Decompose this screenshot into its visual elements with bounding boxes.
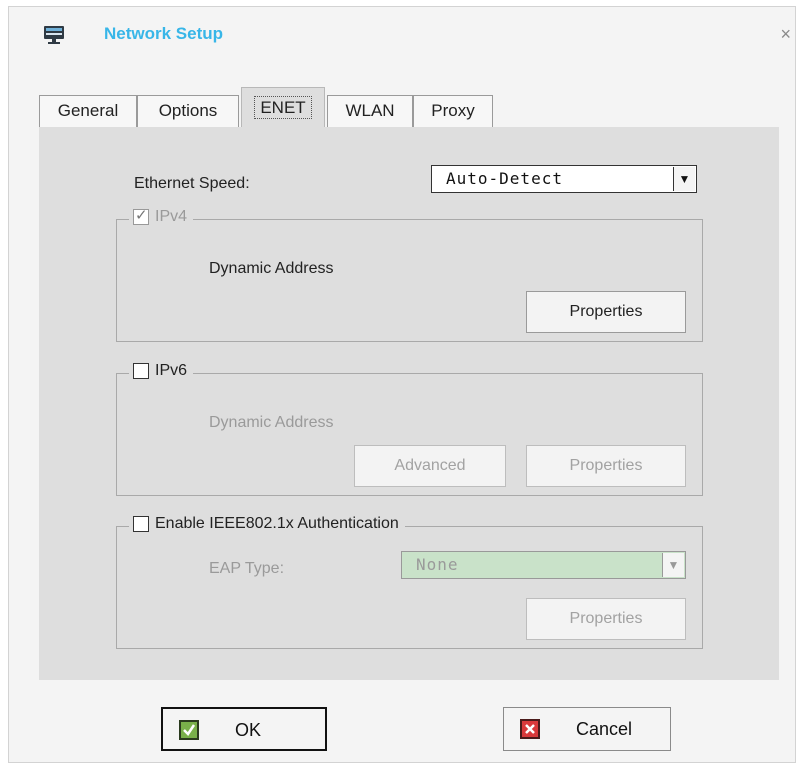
ipv6-address-mode: Dynamic Address	[209, 414, 334, 431]
ieee8021x-checkbox[interactable]	[133, 516, 149, 532]
triangle-down-icon[interactable]: ▼	[662, 553, 684, 577]
tab-general-label: General	[57, 101, 119, 120]
ethernet-speed-label: Ethernet Speed:	[134, 175, 250, 192]
ipv6-advanced-button[interactable]: Advanced	[354, 445, 506, 487]
tab-proxy[interactable]: Proxy	[413, 95, 493, 127]
ieee8021x-legend: Enable IEEE802.1x Authentication	[129, 515, 405, 533]
eap-type-select[interactable]: None ▼	[401, 551, 686, 579]
ieee8021x-label: Enable IEEE802.1x Authentication	[155, 515, 399, 532]
eap-type-value: None	[416, 555, 459, 574]
ipv4-properties-button[interactable]: Properties	[526, 291, 686, 333]
ok-label: OK	[235, 720, 262, 740]
checkmark-icon: ✓	[135, 207, 148, 224]
close-icon[interactable]: ×	[780, 24, 791, 45]
cancel-button[interactable]: Cancel	[503, 707, 671, 751]
ipv6-checkbox[interactable]	[133, 363, 149, 379]
tab-options[interactable]: Options	[137, 95, 239, 127]
ipv4-legend: ✓ IPv4	[129, 207, 194, 226]
window-title: Network Setup	[104, 24, 224, 43]
ipv4-group: ✓ IPv4 Dynamic Address Properties	[116, 207, 703, 342]
ipv6-properties-button[interactable]: Properties	[526, 445, 686, 487]
eap-type-label: EAP Type:	[209, 560, 285, 577]
ipv4-checkbox[interactable]: ✓	[133, 207, 149, 225]
ipv4-address-mode: Dynamic Address	[209, 260, 334, 277]
x-mark-icon	[520, 719, 540, 739]
tab-enet-label: ENET	[254, 96, 312, 119]
tab-options-label: Options	[158, 101, 218, 120]
network-setup-window: Network Setup × General Options ENET WLA…	[8, 6, 796, 763]
ipv6-label: IPv6	[155, 362, 188, 379]
tab-enet[interactable]: ENET	[241, 87, 325, 127]
triangle-down-icon[interactable]: ▼	[673, 167, 695, 191]
network-computer-icon	[44, 26, 64, 44]
ok-button[interactable]: OK	[161, 707, 327, 751]
ipv6-group: IPv6 Dynamic Address Advanced Properties	[116, 362, 703, 496]
tab-wlan[interactable]: WLAN	[327, 95, 413, 127]
tab-wlan-label: WLAN	[345, 101, 395, 120]
ieee8021x-group: Enable IEEE802.1x Authentication EAP Typ…	[116, 515, 703, 649]
ethernet-speed-select[interactable]: Auto-Detect ▼	[431, 165, 697, 193]
ieee8021x-properties-button[interactable]: Properties	[526, 598, 686, 640]
tab-general[interactable]: General	[39, 95, 137, 127]
cancel-label: Cancel	[576, 719, 633, 739]
title-bar: Network Setup ×	[9, 7, 795, 61]
tab-proxy-label: Proxy	[431, 101, 475, 120]
checkmark-icon	[179, 720, 199, 740]
ipv6-legend: IPv6	[129, 362, 194, 380]
ethernet-speed-value: Auto-Detect	[446, 169, 563, 188]
enet-panel: Ethernet Speed: Auto-Detect ▼ ✓ IPv4 Dyn…	[39, 127, 779, 680]
ipv4-label: IPv4	[155, 208, 188, 225]
